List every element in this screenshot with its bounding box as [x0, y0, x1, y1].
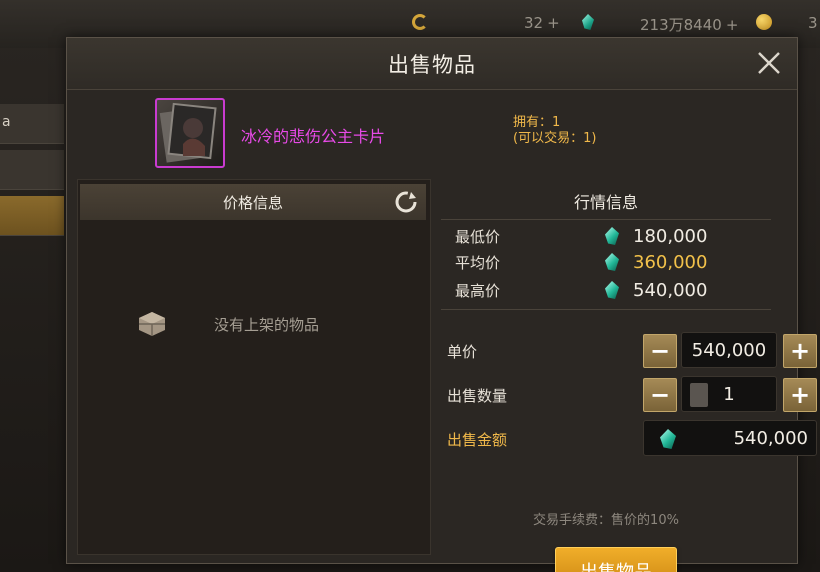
owned-label: 拥有：1 — [513, 115, 561, 130]
divider — [441, 309, 771, 310]
gold-coin-icon — [756, 14, 772, 30]
divider — [441, 219, 771, 220]
green-gem-icon — [660, 429, 676, 449]
unit-price-label: 单价 — [447, 343, 478, 361]
currency-gem[interactable]: 213万8440 + — [640, 14, 738, 35]
close-icon — [758, 52, 780, 74]
green-gem-icon — [605, 227, 619, 245]
max-price-value: 540,000 — [633, 279, 708, 301]
price-info-title: 价格信息 — [222, 193, 283, 212]
currency-value: 3 — [808, 14, 818, 32]
unit-price-plus-button[interactable]: + — [783, 334, 817, 368]
green-gem-icon — [582, 14, 594, 30]
moon-coin-icon — [412, 14, 428, 30]
fee-text: 交易手续费：售价的10% — [533, 513, 679, 528]
sell-item-button[interactable]: 出售物品 — [555, 547, 677, 572]
currency-moon[interactable]: 32 + — [524, 14, 560, 32]
unit-price-minus-button[interactable]: − — [643, 334, 677, 368]
add-icon[interactable]: + — [547, 14, 560, 32]
quantity-value: 1 — [723, 383, 735, 405]
refresh-icon — [395, 191, 417, 213]
min-price-value: 180,000 — [633, 225, 708, 247]
calculator-icon[interactable] — [690, 383, 708, 407]
quantity-input[interactable]: 1 — [681, 376, 777, 412]
dialog-header: 出售物品 — [67, 38, 797, 90]
princess-card-icon — [159, 102, 217, 163]
add-icon[interactable]: + — [726, 16, 739, 34]
plus-icon: + — [789, 381, 811, 409]
total-amount-display: 540,000 — [643, 420, 817, 456]
item-name: 冰冷的悲伤公主卡片 — [241, 127, 386, 146]
currency-value: 32 — [524, 14, 544, 32]
owned-count: 拥有：1 (可以交易：1) — [513, 115, 596, 147]
sidebar-item-label: a — [2, 114, 11, 130]
unit-price-value: 540,000 — [691, 339, 767, 361]
plus-icon: + — [789, 337, 811, 365]
avg-price-label: 平均价 — [455, 253, 501, 272]
card-item-icon[interactable] — [155, 98, 225, 168]
tradable-label: (可以交易：1) — [513, 131, 597, 146]
quantity-plus-button[interactable]: + — [783, 378, 817, 412]
item-info-row: 冰冷的悲伤公主卡片 拥有：1 (可以交易：1) — [67, 90, 797, 176]
sell-item-dialog: 出售物品 冰冷的悲伤公主卡片 拥有：1 (可以交易：1) 价格信息 没有上架的物… — [66, 37, 817, 572]
unit-price-input[interactable]: 540,000 — [681, 332, 777, 368]
avg-price-value: 360,000 — [633, 251, 708, 273]
sell-button-label: 出售物品 — [580, 558, 652, 572]
empty-text: 没有上架的物品 — [214, 315, 320, 334]
min-price-label: 最低价 — [455, 227, 501, 246]
total-amount-value: 540,000 — [733, 427, 808, 449]
market-info-title: 行情信息 — [573, 193, 638, 212]
green-gem-icon — [605, 281, 619, 299]
green-gem-icon — [605, 253, 619, 271]
refresh-button[interactable] — [394, 190, 418, 214]
empty-box-icon — [139, 312, 165, 336]
close-button[interactable] — [755, 50, 783, 78]
quantity-label: 出售数量 — [447, 387, 508, 405]
sell-form-panel: 行情信息 最低价 180,000 平均价 360,000 最高价 540,000… — [441, 179, 817, 572]
min-price-row: 最低价 180,000 — [455, 224, 735, 248]
quantity-minus-button[interactable]: − — [643, 378, 677, 412]
max-price-label: 最高价 — [455, 281, 501, 300]
dialog-title: 出售物品 — [388, 52, 476, 77]
sidebar-item[interactable]: a — [0, 104, 64, 144]
total-amount-label: 出售金额 — [447, 431, 508, 449]
price-info-panel: 价格信息 没有上架的物品 — [77, 179, 431, 555]
max-price-row: 最高价 540,000 — [455, 278, 735, 302]
currency-value: 213万8440 — [640, 16, 722, 34]
currency-gold[interactable]: 3 — [808, 14, 818, 32]
minus-icon: − — [649, 381, 671, 409]
sidebar-item-active[interactable] — [0, 196, 64, 236]
empty-listing-message: 没有上架的物品 — [138, 311, 319, 337]
minus-icon: − — [649, 337, 671, 365]
avg-price-row: 平均价 360,000 — [455, 250, 735, 274]
price-info-header: 价格信息 — [80, 184, 426, 220]
sidebar-item[interactable] — [0, 150, 64, 190]
